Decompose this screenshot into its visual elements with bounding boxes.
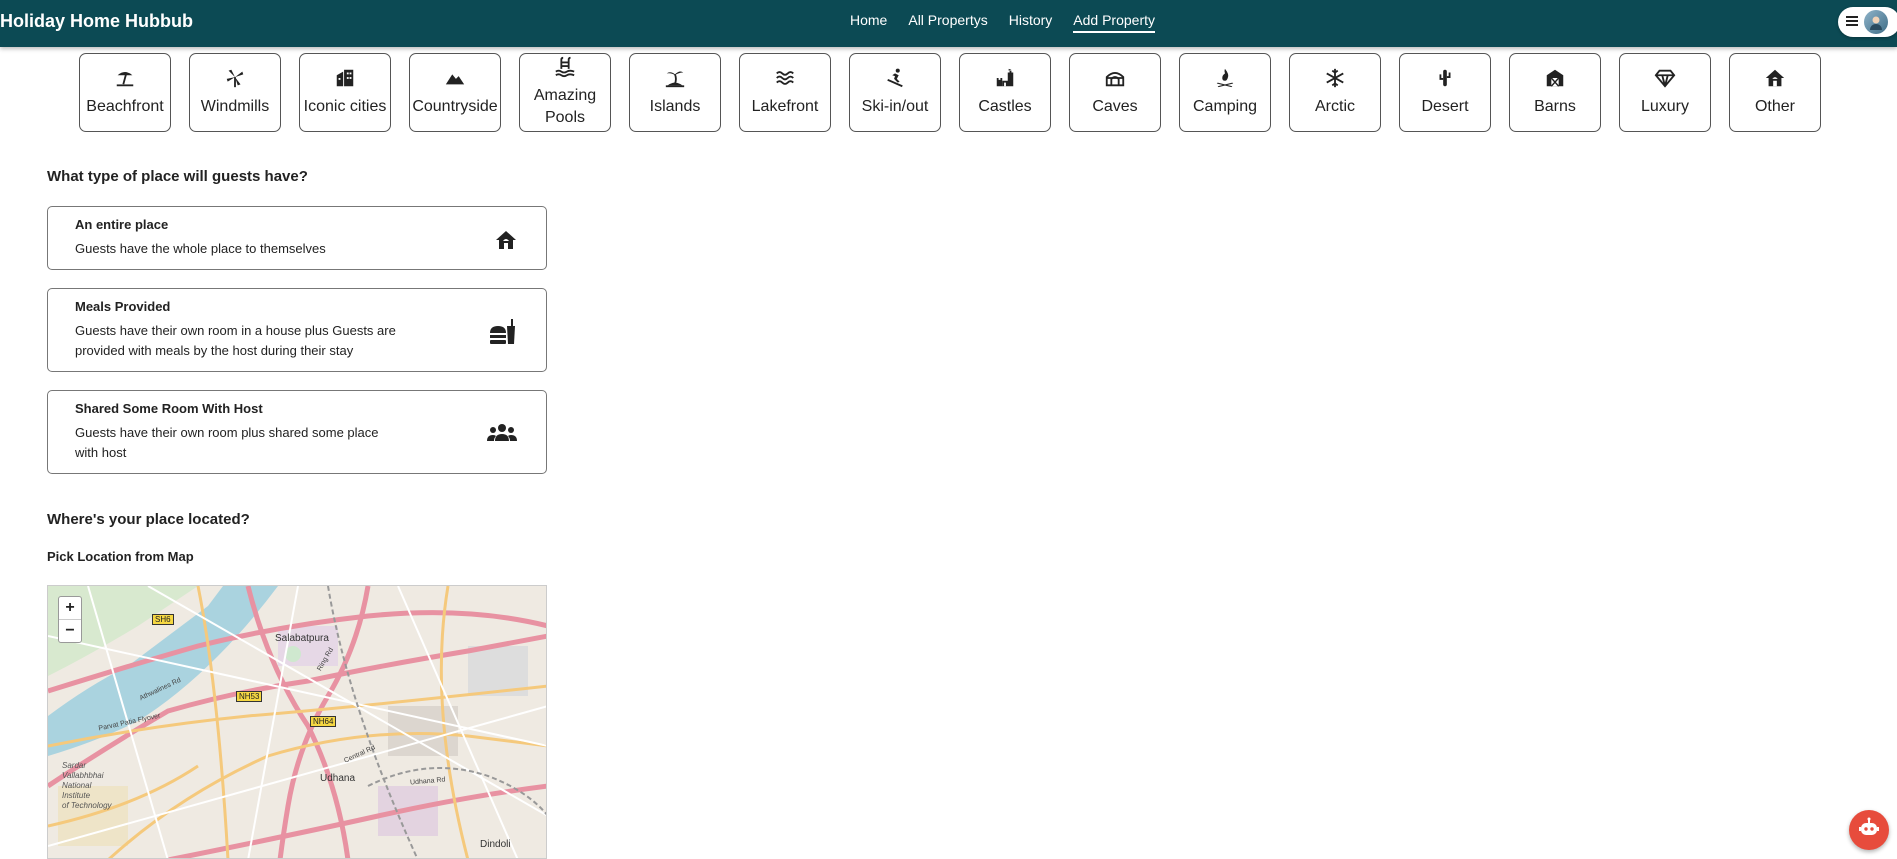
category-label: Ski-in/out	[861, 98, 929, 115]
category-label: Luxury	[1640, 98, 1690, 115]
skier-icon	[884, 67, 906, 94]
category-iconic-cities[interactable]: Iconic cities	[299, 53, 391, 132]
nav-all-properties[interactable]: All Propertys	[908, 12, 987, 33]
option-description: Guests have their own room plus shared s…	[75, 425, 379, 460]
option-entire-place[interactable]: An entire place Guests have the whole pl…	[47, 206, 547, 270]
category-arctic[interactable]: Arctic	[1289, 53, 1381, 132]
place-type-heading: What type of place will guests have?	[47, 168, 308, 185]
chatbot-icon	[1858, 817, 1880, 844]
category-other[interactable]: Other	[1729, 53, 1821, 132]
category-label: Arctic	[1315, 98, 1355, 115]
category-label: Amazing Pools	[533, 87, 597, 126]
map-label-salabatpura: Salabatpura	[275, 633, 329, 644]
island-palm-icon	[664, 67, 686, 94]
user-avatar	[1864, 10, 1888, 34]
zoom-out-button[interactable]: −	[59, 619, 81, 642]
castle-icon	[994, 67, 1016, 94]
map-road-shield-nh64: NH64	[310, 716, 337, 727]
category-label: Castles	[978, 98, 1032, 115]
top-navbar: Holiday Home Hubbub Home All Propertys H…	[0, 0, 1897, 47]
option-title: Shared Some Room With Host	[75, 401, 263, 416]
option-title: An entire place	[75, 217, 169, 232]
cactus-icon	[1434, 67, 1456, 94]
category-barns[interactable]: Barns	[1509, 53, 1601, 132]
category-label: Iconic cities	[303, 98, 387, 115]
nav-add-property[interactable]: Add Property	[1073, 12, 1155, 33]
chatbot-button[interactable]	[1849, 810, 1889, 850]
map-road-shield-sh6: SH6	[152, 614, 174, 625]
category-label: Caves	[1092, 98, 1138, 115]
map-zoom-control: + −	[58, 596, 82, 643]
category-desert[interactable]: Desert	[1399, 53, 1491, 132]
nav-history[interactable]: History	[1009, 12, 1053, 33]
category-windmills[interactable]: Windmills	[189, 53, 281, 132]
category-countryside[interactable]: Countryside	[409, 53, 501, 132]
map-label-line: of Technology	[62, 801, 112, 810]
category-label: Other	[1754, 98, 1795, 115]
category-ski-in-out[interactable]: Ski-in/out	[849, 53, 941, 132]
option-description: Guests have the whole place to themselve…	[75, 241, 326, 256]
category-luxury[interactable]: Luxury	[1619, 53, 1711, 132]
location-heading: Where's your place located?	[47, 511, 250, 528]
category-label: Islands	[649, 98, 701, 115]
category-label: Windmills	[200, 98, 270, 115]
category-label: Countryside	[412, 98, 498, 115]
category-lakefront[interactable]: Lakefront	[739, 53, 831, 132]
option-meals-provided[interactable]: Meals Provided Guests have their own roo…	[47, 288, 547, 372]
category-islands[interactable]: Islands	[629, 53, 721, 132]
map-label-udhana: Udhana	[320, 773, 356, 784]
category-camping[interactable]: Camping	[1179, 53, 1271, 132]
category-beachfront[interactable]: Beachfront	[79, 53, 171, 132]
category-label: Camping	[1192, 98, 1258, 115]
windmill-icon	[224, 67, 246, 94]
map-label-svnit: Sardar Vallabhbhai National Institute of…	[62, 761, 112, 811]
category-label: Barns	[1534, 98, 1576, 115]
cave-icon	[1104, 67, 1126, 94]
option-shared-room[interactable]: Shared Some Room With Host Guests have t…	[47, 390, 547, 474]
hamburger-icon	[1846, 13, 1858, 31]
meal-burger-drink-icon	[488, 317, 518, 352]
house-icon	[494, 228, 518, 257]
house-icon	[1764, 67, 1786, 94]
category-amazing-pools[interactable]: Amazing Pools	[519, 53, 611, 132]
campfire-icon	[1214, 67, 1236, 94]
water-waves-icon	[774, 67, 796, 94]
category-caves[interactable]: Caves	[1069, 53, 1161, 132]
beach-umbrella-icon	[114, 67, 136, 94]
map-label-line: National	[62, 781, 92, 790]
map-road-shield-nh53: NH53	[236, 691, 263, 702]
map-label-line: Institute	[62, 791, 91, 800]
category-label: Lakefront	[751, 98, 819, 115]
map-label-line: Sardar	[62, 761, 87, 770]
swimming-pool-icon	[554, 56, 576, 83]
category-castles[interactable]: Castles	[959, 53, 1051, 132]
nav-home[interactable]: Home	[850, 12, 887, 33]
category-label: Beachfront	[86, 98, 164, 115]
option-title: Meals Provided	[75, 299, 171, 314]
barn-icon	[1544, 67, 1566, 94]
mountain-icon	[444, 67, 466, 94]
location-map[interactable]: Salabatpura Udhana Dindoli Sardar Vallab…	[47, 585, 547, 859]
user-menu-button[interactable]	[1838, 7, 1897, 37]
pick-location-label: Pick Location from Map	[47, 549, 194, 564]
brand-title[interactable]: Holiday Home Hubbub	[0, 11, 193, 32]
category-label: Desert	[1421, 98, 1469, 115]
map-label-line: Vallabhbhai	[62, 771, 104, 780]
snowflake-icon	[1324, 67, 1346, 94]
people-group-icon	[486, 421, 518, 450]
main-nav: Home All Propertys History Add Property	[850, 12, 1155, 33]
option-description: Guests have their own room in a house pl…	[75, 323, 396, 358]
category-bar: Beachfront Windmills Iconic cities Count…	[79, 53, 1821, 132]
diamond-icon	[1654, 67, 1676, 94]
zoom-in-button[interactable]: +	[59, 597, 81, 619]
map-label-dindoli: Dindoli	[480, 839, 511, 850]
city-building-icon	[334, 67, 356, 94]
